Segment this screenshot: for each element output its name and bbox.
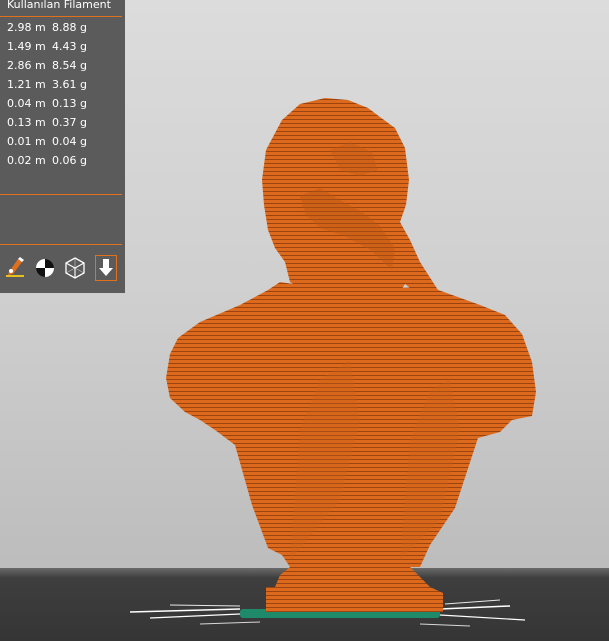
- filament-length: 0.01 m: [7, 135, 46, 148]
- filament-weight: 0.37 g: [52, 116, 87, 129]
- filament-length: 2.86 m: [7, 59, 46, 72]
- section-divider: [0, 194, 122, 195]
- filament-row: 2.98 m 8.88 g: [0, 19, 125, 38]
- filament-weight: 8.88 g: [52, 21, 87, 34]
- panel-title: Kullanılan Filament: [7, 0, 111, 11]
- filament-length: 0.13 m: [7, 116, 46, 129]
- filament-row: 2.86 m 8.54 g: [0, 57, 125, 76]
- view-toolbar: [0, 255, 125, 283]
- toolbar-divider: [0, 244, 122, 245]
- filament-row: 1.49 m 4.43 g: [0, 38, 125, 57]
- filament-row: 0.01 m 0.04 g: [0, 133, 125, 152]
- filament-length: 1.21 m: [7, 78, 46, 91]
- filament-length: 0.02 m: [7, 154, 46, 167]
- filament-weight: 0.13 g: [52, 97, 87, 110]
- filament-row: 0.02 m 0.06 g: [0, 152, 125, 171]
- filament-row: 0.13 m 0.37 g: [0, 114, 125, 133]
- filament-weight: 4.43 g: [52, 40, 87, 53]
- layer-export-icon[interactable]: [95, 255, 117, 281]
- filament-row: 1.21 m 3.61 g: [0, 76, 125, 95]
- filament-weight: 8.54 g: [52, 59, 87, 72]
- title-divider: [0, 16, 122, 17]
- nozzle-edit-icon[interactable]: [4, 255, 26, 281]
- 3d-viewport[interactable]: Kullanılan Filament 2.98 m 8.88 g 1.49 m…: [0, 0, 609, 641]
- filament-weight: 0.04 g: [52, 135, 87, 148]
- filament-length: 2.98 m: [7, 21, 46, 34]
- color-print-icon[interactable]: [34, 255, 56, 281]
- filament-list: 2.98 m 8.88 g 1.49 m 4.43 g 2.86 m 8.54 …: [0, 19, 125, 171]
- filament-length: 0.04 m: [7, 97, 46, 110]
- filament-length: 1.49 m: [7, 40, 46, 53]
- filament-weight: 0.06 g: [52, 154, 87, 167]
- model-base: [266, 567, 443, 612]
- filament-weight: 3.61 g: [52, 78, 87, 91]
- model-torso: [166, 282, 536, 567]
- cube-view-icon[interactable]: [64, 255, 86, 281]
- filament-usage-panel: Kullanılan Filament 2.98 m 8.88 g 1.49 m…: [0, 0, 125, 293]
- filament-row: 0.04 m 0.13 g: [0, 95, 125, 114]
